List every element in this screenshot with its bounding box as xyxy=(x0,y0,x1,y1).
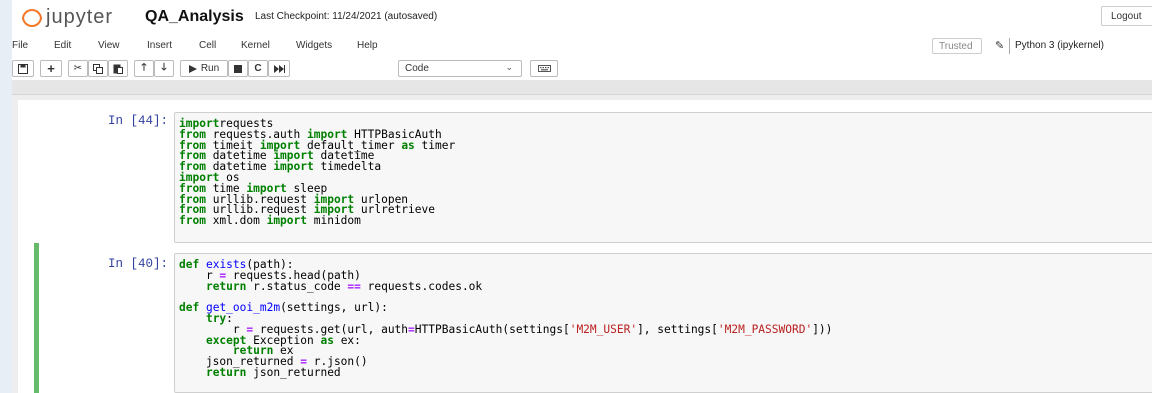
code-token: == xyxy=(347,279,361,293)
menu-insert[interactable]: Insert xyxy=(147,40,172,51)
trusted-indicator[interactable]: Trusted xyxy=(932,38,982,54)
header-divider xyxy=(12,80,1152,95)
checkpoint-status: Last Checkpoint: 11/24/2021 (autosaved) xyxy=(255,11,438,22)
code-token: HTTPBasicAuth(settings[ xyxy=(414,322,570,336)
jupyter-logo-icon xyxy=(20,8,42,27)
jupyter-notebook-window: jupyter QA_Analysis Last Checkpoint: 11/… xyxy=(12,0,1152,393)
code-token: return xyxy=(205,365,247,379)
code-token: = xyxy=(408,322,415,336)
cell-prompt: In [40]: xyxy=(107,257,168,271)
notebook-container: In [44]: importrequests from requests.aut… xyxy=(18,100,1152,393)
cut-button[interactable]: ✂ xyxy=(68,60,88,77)
chevron-down-icon: ⌄ xyxy=(505,62,513,72)
code-cell-40[interactable]: In [40]: def exists(path): r = requests.… xyxy=(34,243,1152,393)
menu-file[interactable]: File xyxy=(12,40,28,51)
keyboard-icon xyxy=(537,65,551,72)
cell-code[interactable]: def exists(path): r = requests.head(path… xyxy=(179,259,833,379)
plus-icon: + xyxy=(47,61,55,76)
code-token: 'M2M_USER' xyxy=(569,322,638,336)
code-token: 'M2M_PASSWORD' xyxy=(717,322,813,336)
move-up-button[interactable]: 🡑 xyxy=(134,60,154,77)
kernel-indicator[interactable]: Python 3 (ipykernel) xyxy=(1015,40,1104,51)
code-token: return xyxy=(205,279,247,293)
run-button[interactable]: Run xyxy=(180,60,228,77)
code-line: return r.status_code == requests.codes.o… xyxy=(179,279,832,293)
code-token: timer xyxy=(414,138,456,152)
save-icon xyxy=(18,63,28,74)
notebook-title[interactable]: QA_Analysis xyxy=(145,8,244,26)
code-cell-44[interactable]: In [44]: importrequests from requests.aut… xyxy=(34,104,1152,250)
menu-view[interactable]: View xyxy=(98,40,120,51)
code-token: ex: xyxy=(333,333,361,347)
code-token: timedelta xyxy=(313,160,382,174)
kernel-divider xyxy=(1009,38,1010,54)
cell-type-select[interactable]: Code ⌄ xyxy=(398,60,522,77)
code-token: (settings, url): xyxy=(280,301,388,315)
command-palette-button[interactable] xyxy=(530,60,558,77)
restart-run-all-button[interactable] xyxy=(268,60,290,77)
code-token: ])) xyxy=(812,322,833,336)
menu-edit[interactable]: Edit xyxy=(54,40,71,51)
code-token: requests.codes.ok xyxy=(360,279,483,293)
code-token: as xyxy=(401,138,415,152)
move-down-button[interactable]: 🡓 xyxy=(154,60,174,77)
code-line: def get_ooi_m2m(settings, url): xyxy=(179,301,832,315)
cell-type-value: Code xyxy=(405,63,429,74)
code-token: import xyxy=(266,214,307,228)
jupyter-logo[interactable]: jupyter xyxy=(20,6,113,29)
cell-code[interactable]: importrequests from requests.auth import … xyxy=(179,118,456,228)
code-token: r.status_code xyxy=(246,279,348,293)
logout-button[interactable]: Logout xyxy=(1101,6,1152,26)
menu-widgets[interactable]: Widgets xyxy=(296,40,332,51)
run-label: Run xyxy=(200,63,220,74)
header-bar: jupyter QA_Analysis Last Checkpoint: 11/… xyxy=(12,0,1152,34)
code-line: from xml.dom import minidom xyxy=(179,214,455,228)
fast-forward-icon xyxy=(273,64,285,73)
paste-button[interactable] xyxy=(108,60,128,77)
code-token: urlretrieve xyxy=(354,203,435,217)
menu-cell[interactable]: Cell xyxy=(199,40,216,51)
cell-prompt: In [44]: xyxy=(107,114,168,128)
copy-icon xyxy=(93,63,103,74)
arrow-up-icon: 🡑 xyxy=(141,62,147,73)
menu-help[interactable]: Help xyxy=(357,40,378,51)
run-icon xyxy=(188,64,197,73)
code-token: xml.dom xyxy=(205,214,267,228)
stop-icon xyxy=(234,64,242,73)
code-line: return json_returned xyxy=(179,365,832,379)
insert-cell-button[interactable]: + xyxy=(40,60,62,77)
pencil-icon[interactable]: ✎ xyxy=(995,39,1004,52)
save-button[interactable] xyxy=(12,60,34,77)
code-token: as xyxy=(320,333,334,347)
restart-button[interactable]: C xyxy=(248,60,268,77)
code-token: ], settings[ xyxy=(637,322,718,336)
interrupt-button[interactable] xyxy=(228,60,248,77)
paste-icon xyxy=(113,64,123,74)
menu-kernel[interactable]: Kernel xyxy=(241,40,270,51)
logo-text: jupyter xyxy=(46,6,114,28)
cut-icon: ✂ xyxy=(73,63,83,74)
code-token: json_returned xyxy=(246,365,341,379)
cell-input-area[interactable]: def exists(path): r = requests.head(path… xyxy=(174,253,1152,393)
code-token: minidom xyxy=(307,214,361,228)
restart-icon: C xyxy=(254,63,262,74)
code-token: from xyxy=(179,214,206,228)
cell-input-area[interactable]: importrequests from requests.auth import … xyxy=(174,112,1152,243)
arrow-down-icon: 🡓 xyxy=(161,62,167,73)
code-token: import xyxy=(273,160,314,174)
copy-button[interactable] xyxy=(88,60,108,77)
